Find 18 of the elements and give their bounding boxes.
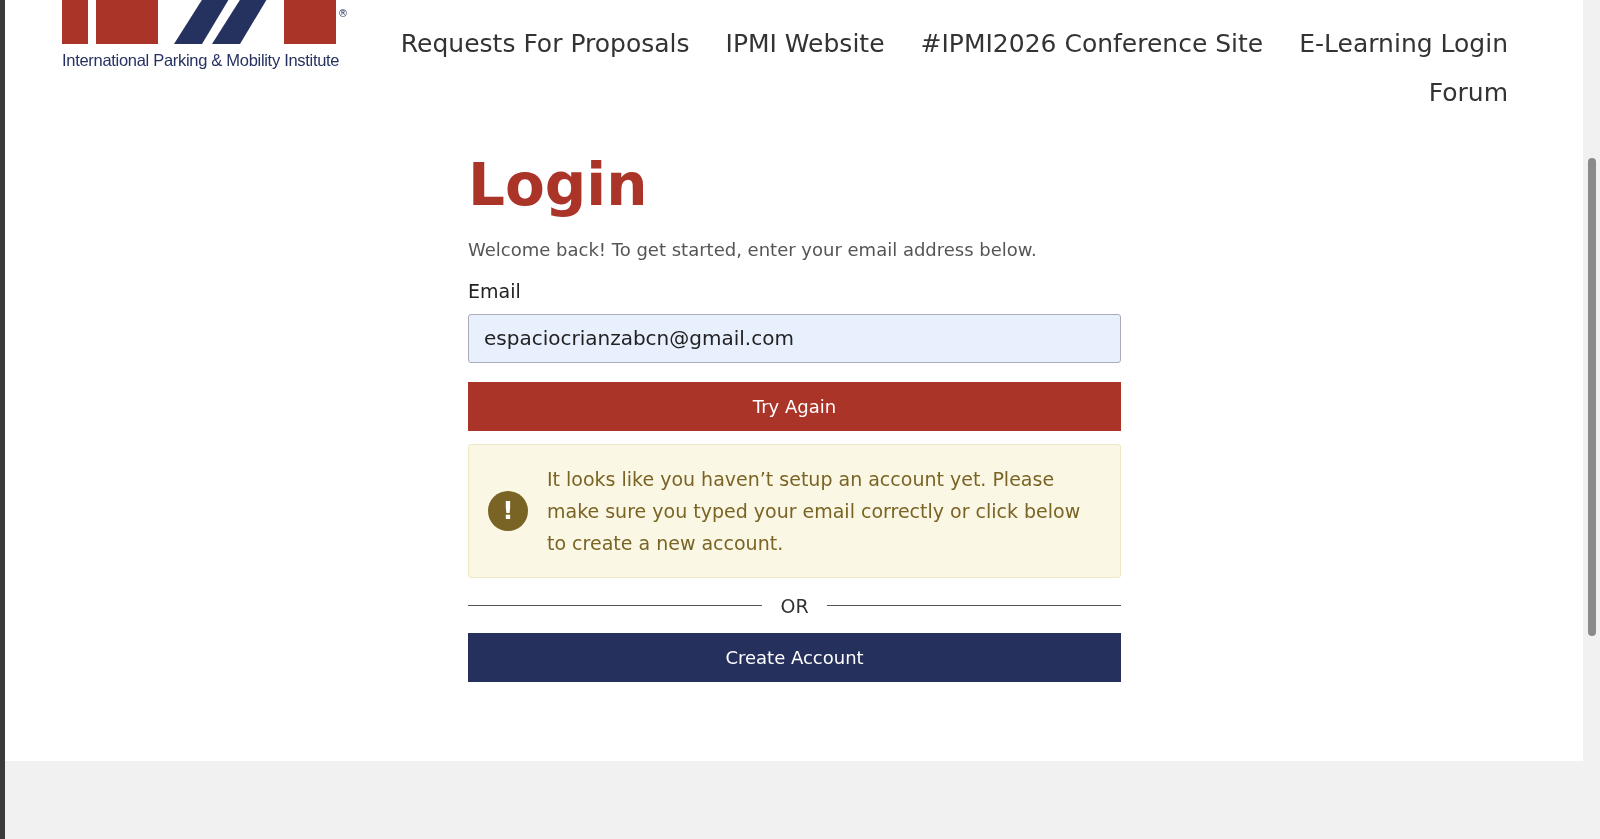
nav-link[interactable]: #IPMI2026 Conference Site <box>920 19 1264 68</box>
nav-link[interactable]: Requests For Proposals <box>400 19 690 68</box>
logo-icon[interactable] <box>62 0 336 44</box>
scrollbar[interactable] <box>1583 0 1600 839</box>
alert-icon: ! <box>488 490 528 531</box>
nav-link[interactable]: IPMI Website <box>725 19 885 68</box>
try-again-button[interactable]: Try Again <box>468 381 1121 431</box>
nav-link[interactable]: Forum <box>1428 68 1508 117</box>
or-divider-text: OR <box>780 593 809 619</box>
login-title: Login <box>468 150 649 220</box>
create-account-button[interactable]: Create Account <box>468 633 1121 682</box>
intro-text: Welcome back! To get started, enter your email address below. <box>468 238 1038 262</box>
nav-link[interactable]: E-Learning Login <box>1299 19 1508 68</box>
email-label: Email <box>468 279 522 304</box>
email-field[interactable]: espaciocrianzabcn@gmail.com <box>468 313 1121 363</box>
logo-tagline: International Parking & Mobility Institute <box>62 50 341 71</box>
alert-text: It looks like you haven’t setup an account yet. Please make sure you typed your email correctly or click below to create a new account. <box>547 466 1082 556</box>
registered-mark: ® <box>338 8 348 20</box>
